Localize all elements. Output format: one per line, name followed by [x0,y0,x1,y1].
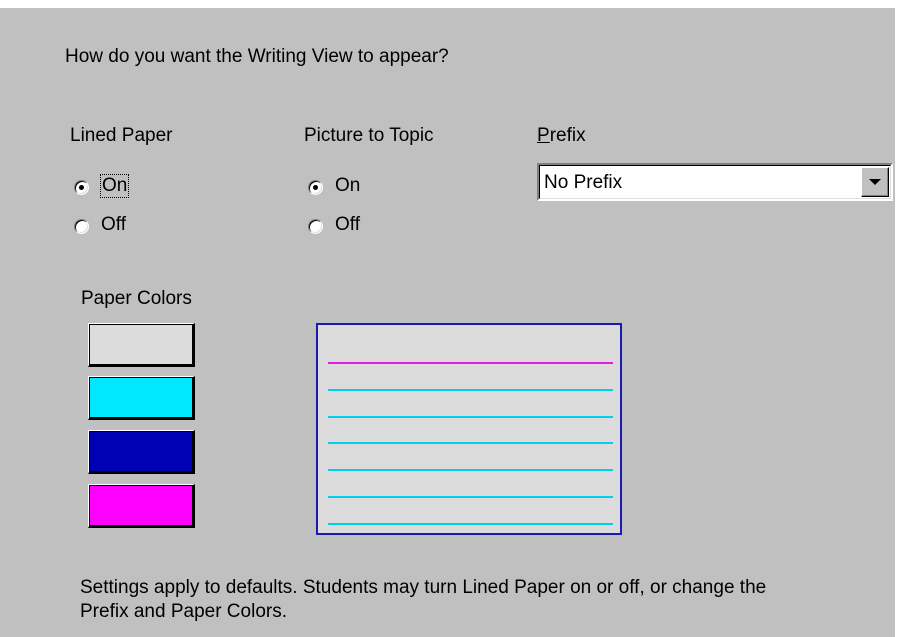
lined-paper-label: Lined Paper [70,125,173,146]
prefix-label: Prefix [537,125,586,147]
footer-note-line2: Prefix and Paper Colors. [80,601,287,622]
dropdown-button[interactable] [861,167,889,197]
lined-paper-off-label: Off [101,214,126,235]
paper-color-swatch-cyan[interactable] [88,376,195,420]
picture-to-topic-on-label: On [335,175,361,196]
preview-ruled-line [328,442,613,444]
preview-ruled-line [328,523,613,525]
chevron-down-icon [869,179,881,185]
footer-note-line1: Settings apply to defaults. Students may… [80,577,767,598]
prefix-label-rest: refix [549,125,586,146]
radio-unselected-icon [308,218,323,234]
preview-ruled-line [328,389,613,391]
preview-ruled-line [328,496,613,498]
paper-colors-label: Paper Colors [81,288,192,309]
prefix-dropdown-value: No Prefix [544,172,623,193]
picture-to-topic-off-radio[interactable]: Off [308,214,360,236]
preview-ruled-line [328,469,613,471]
lined-paper-on-radio[interactable]: On [74,174,130,198]
paper-color-swatch-gray[interactable] [88,323,195,367]
paper-color-swatch-blue[interactable] [88,430,195,474]
lined-paper-off-radio[interactable]: Off [74,214,126,236]
paper-color-swatch-magenta[interactable] [88,484,195,528]
prefix-dropdown[interactable]: No Prefix [537,163,893,201]
settings-panel: How do you want the Writing View to appe… [0,8,895,637]
prefix-label-accelerator: P [537,125,550,146]
picture-to-topic-on-radio[interactable]: On [308,175,360,197]
picture-to-topic-off-label: Off [335,214,360,235]
radio-selected-icon [308,179,323,195]
page-title: How do you want the Writing View to appe… [65,46,449,67]
radio-unselected-icon [74,218,89,234]
preview-top-line [328,362,613,364]
preview-ruled-line [328,416,613,418]
picture-to-topic-label: Picture to Topic [304,125,434,146]
lined-paper-on-label: On [99,174,130,198]
radio-selected-icon [74,179,89,195]
writing-view-preview [316,323,622,535]
